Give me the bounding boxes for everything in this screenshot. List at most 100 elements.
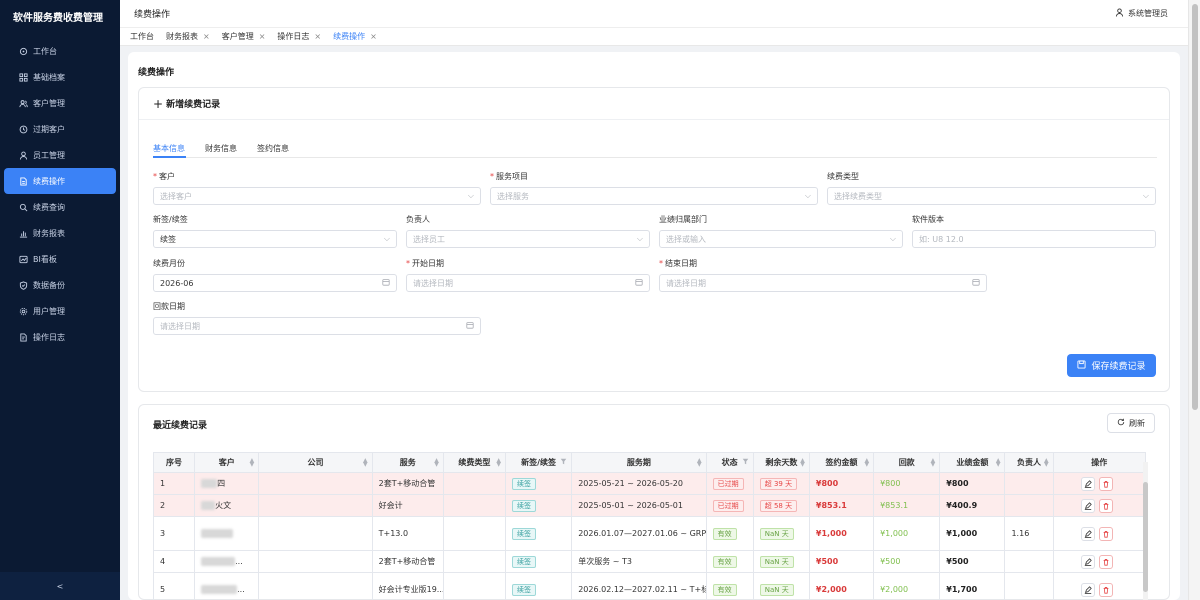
renew-type-select[interactable]: 选择续费类型 ⌵ xyxy=(827,187,1156,205)
cell-no: 4 xyxy=(152,550,196,573)
sort-icon[interactable]: ▲ ▼ xyxy=(496,458,501,468)
version-input[interactable]: 如: U8 12.0 xyxy=(912,230,1156,248)
sidebar-item-1[interactable]: 基础档案 xyxy=(0,64,120,90)
recent-records-card: 最近续费记录 刷新 序号 客户 ▲ ▼ 公司 ▲ ▼ 服务 ▲ ▼ 续费类型 ▲ ▼ 新签/续签 服务期 ▲ ▼… xyxy=(138,404,1170,600)
table-row[interactable]: 3 T+13.0 续签 2026.01.07—2027.01.06 ~ GRP-U8 有… xyxy=(152,516,1147,551)
column-header-7[interactable]: 状态 xyxy=(705,452,754,473)
column-header-2[interactable]: 公司 ▲ ▼ xyxy=(258,452,373,473)
sign-tag: 续签 xyxy=(512,477,537,490)
sort-icon[interactable]: ▲ ▼ xyxy=(363,458,368,468)
tab-contract-info[interactable]: 签约信息 xyxy=(257,143,289,154)
status-badge: 已过期 xyxy=(712,499,744,512)
customer-label: * 客户 xyxy=(153,172,175,181)
sidebar-item-2[interactable]: 客户管理 xyxy=(0,90,120,116)
table-row[interactable]: 5... 好会计专业版19... 续签 2026.02.12—2027.02.11 ~… xyxy=(152,572,1147,600)
table-scroll-thumb[interactable] xyxy=(1143,482,1148,592)
filter-icon[interactable] xyxy=(742,458,749,466)
month-picker[interactable]: 2026-06 xyxy=(153,274,397,292)
delete-button[interactable] xyxy=(1099,554,1114,569)
delete-button[interactable] xyxy=(1099,582,1114,597)
cell-period: 2025-05-01 ~ 2026-05-01 xyxy=(571,494,707,517)
sidebar-item-11[interactable]: 操作日志 xyxy=(0,324,120,350)
tab-finance-info[interactable]: 财务信息 xyxy=(205,143,237,154)
page-scroll-thumb[interactable] xyxy=(1192,4,1198,410)
sidebar-item-3[interactable]: 过期客户 xyxy=(0,116,120,142)
close-icon[interactable]: × xyxy=(259,32,266,41)
owner-select[interactable]: 选择员工 ⌵ xyxy=(406,230,650,248)
sign-type-select[interactable]: 续签 ⌵ xyxy=(153,230,397,248)
edit-button[interactable] xyxy=(1081,526,1096,541)
sort-icon[interactable]: ▲ ▼ xyxy=(864,458,869,468)
cell-renew-type xyxy=(442,516,507,551)
collapse-sidebar-button[interactable]: < xyxy=(0,572,120,600)
edit-button[interactable] xyxy=(1081,582,1096,597)
end-date-picker[interactable]: 请选择日期 xyxy=(659,274,987,292)
tab-basic-info[interactable]: 基本信息 xyxy=(153,143,185,154)
refund-date-picker[interactable]: 请选择日期 xyxy=(153,317,481,335)
sort-icon[interactable]: ▲ ▼ xyxy=(996,458,1001,468)
close-icon[interactable]: × xyxy=(370,32,377,41)
delete-button[interactable] xyxy=(1099,498,1114,513)
table-row[interactable]: 2 火文 好会计 续签 2025-05-01 ~ 2026-05-01 已过期 超 58 天… xyxy=(152,494,1147,517)
filter-icon[interactable] xyxy=(560,458,567,466)
tab-label: 续费操作 xyxy=(333,32,366,41)
dept-select[interactable]: 选择或输入 ⌵ xyxy=(659,230,903,248)
sort-icon[interactable]: ▲ ▼ xyxy=(250,458,255,468)
save-icon xyxy=(1077,359,1087,372)
column-header-11[interactable]: 业绩金额 ▲ ▼ xyxy=(939,452,1006,473)
cell-contract: ¥800 xyxy=(808,472,875,495)
delete-button[interactable] xyxy=(1099,476,1114,491)
tab-3[interactable]: 操作日志 × xyxy=(277,31,321,42)
edit-button[interactable] xyxy=(1081,498,1096,513)
sidebar-item-5[interactable]: 续费操作 xyxy=(4,168,116,194)
column-header-9[interactable]: 签约金额 ▲ ▼ xyxy=(808,452,875,473)
sidebar-item-10[interactable]: 用户管理 xyxy=(0,298,120,324)
edit-button[interactable] xyxy=(1081,476,1096,491)
column-header-6[interactable]: 服务期 ▲ ▼ xyxy=(571,452,707,473)
customer-select[interactable]: 选择客户 ⌵ xyxy=(153,187,481,205)
sidebar-item-label: 续费操作 xyxy=(33,176,65,186)
sidebar-item-8[interactable]: BI看板 xyxy=(0,246,120,272)
sort-icon[interactable]: ▲ ▼ xyxy=(697,458,702,468)
user-menu[interactable]: 系统管理员 xyxy=(1115,8,1168,19)
column-header-1[interactable]: 客户 ▲ ▼ xyxy=(194,452,260,473)
column-header-5[interactable]: 新签/续签 xyxy=(505,452,573,473)
close-icon[interactable]: × xyxy=(314,32,321,41)
tab-1[interactable]: 财务报表 × xyxy=(166,31,210,42)
days-badge: NaN 天 xyxy=(759,555,794,568)
sort-icon[interactable]: ▲ ▼ xyxy=(931,458,936,468)
tab-0[interactable]: 工作台 xyxy=(130,31,154,42)
cell-service: 2套T+移动合管 xyxy=(371,550,444,573)
sidebar-item-4[interactable]: 员工管理 xyxy=(0,142,120,168)
service-select[interactable]: 选择服务 ⌵ xyxy=(490,187,818,205)
delete-button[interactable] xyxy=(1099,526,1114,541)
column-header-4[interactable]: 续费类型 ▲ ▼ xyxy=(442,452,507,473)
table-row[interactable]: 4... 2套T+移动合管 续签 单次服务 ~ T3 有效 NaN 天 ¥500 ¥500 ¥5… xyxy=(152,550,1147,573)
column-header-8[interactable]: 剩余天数 ▲ ▼ xyxy=(752,452,810,473)
cell-period: 2026.02.12—2027.02.11 ~ T+标准版 xyxy=(571,572,707,600)
sidebar-item-9[interactable]: 数据备份 xyxy=(0,272,120,298)
sort-icon[interactable]: ▲ ▼ xyxy=(1044,458,1049,468)
sign-type-label: 新签/续签 xyxy=(153,215,188,224)
page-scrollbar[interactable] xyxy=(1188,0,1200,600)
column-header-label: 业绩金额 xyxy=(956,458,989,467)
tab-4[interactable]: 续费操作 × xyxy=(333,31,377,42)
sidebar-item-6[interactable]: 续费查询 xyxy=(0,194,120,220)
sort-icon[interactable]: ▲ ▼ xyxy=(434,458,439,468)
table-scrollbar[interactable] xyxy=(1143,462,1148,600)
close-icon[interactable]: × xyxy=(203,32,210,41)
refresh-button[interactable]: 刷新 xyxy=(1107,413,1155,433)
column-header-label: 剩余天数 xyxy=(765,458,798,467)
sign-tag: 续签 xyxy=(512,499,537,512)
edit-button[interactable] xyxy=(1081,554,1096,569)
sidebar-item-0[interactable]: 工作台 xyxy=(0,38,120,64)
table-row[interactable]: 1 四 2套T+移动合管 续签 2025-05-21 ~ 2026-05-20 已过期 超 … xyxy=(152,472,1147,495)
sidebar-item-7[interactable]: 财务报表 xyxy=(0,220,120,246)
sort-icon[interactable]: ▲ ▼ xyxy=(800,458,805,468)
column-header-12[interactable]: 负责人 ▲ ▼ xyxy=(1004,452,1054,473)
column-header-10[interactable]: 回款 ▲ ▼ xyxy=(873,452,941,473)
save-button[interactable]: 保存续费记录 xyxy=(1067,354,1156,377)
start-date-picker[interactable]: 请选择日期 xyxy=(406,274,650,292)
column-header-3[interactable]: 服务 ▲ ▼ xyxy=(371,452,444,473)
tab-2[interactable]: 客户管理 × xyxy=(222,31,266,42)
